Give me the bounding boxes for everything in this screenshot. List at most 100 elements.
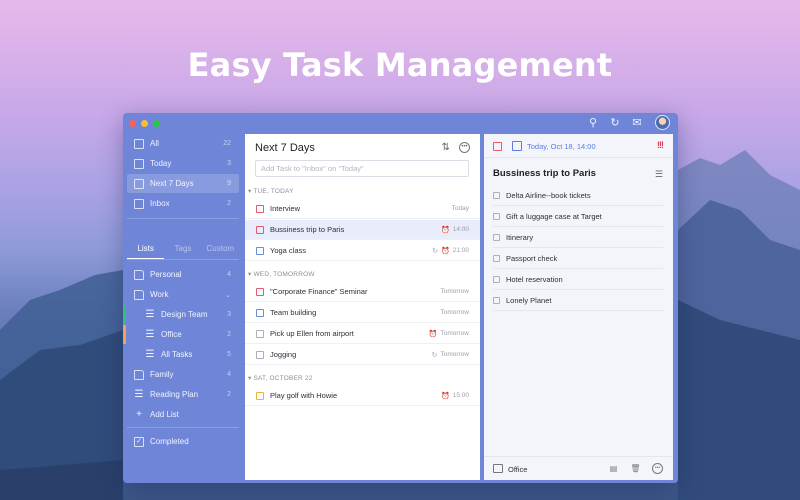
task-row-selected[interactable]: Bussiness trip to Paris ⏰ 14:00	[245, 220, 480, 240]
plus-icon: +	[136, 408, 142, 420]
section-header-tomorrow[interactable]: ▾ WED, TOMORROW	[248, 270, 315, 278]
subtask-item[interactable]: Lonely Planet	[493, 291, 663, 311]
sidebar-item-all[interactable]: All 22	[127, 134, 239, 153]
sidebar-item-inbox[interactable]: Inbox 2	[127, 194, 239, 213]
task-checkbox[interactable]	[256, 308, 264, 317]
detail-task-title[interactable]: Bussiness trip to Paris	[493, 168, 596, 179]
subtask-item[interactable]: Itinerary	[493, 228, 663, 248]
folder-icon	[134, 269, 144, 280]
task-checkbox[interactable]	[256, 225, 264, 234]
priority-high-icon[interactable]: !!!	[657, 140, 664, 150]
zoom-window-button[interactable]	[153, 120, 160, 127]
sidebar-item-personal[interactable]: Personal 4	[127, 265, 239, 284]
sort-icon[interactable]: ⇅	[442, 142, 450, 153]
sidebar-item-next-7-days[interactable]: Next 7 Days 9	[127, 174, 239, 193]
title-bar: ⚲ ↻ ✉	[123, 113, 678, 133]
task-checkbox[interactable]	[256, 246, 264, 255]
subtask-checkbox[interactable]	[493, 192, 500, 199]
task-checkbox[interactable]	[256, 329, 264, 338]
list-icon: ☰	[145, 328, 155, 340]
close-window-button[interactable]	[129, 120, 136, 127]
add-list-button[interactable]: + Add List	[127, 405, 239, 424]
search-icon[interactable]: ⚲	[586, 116, 600, 130]
sidebar-item-design-team[interactable]: ☰ Design Team 3	[127, 305, 239, 324]
due-date[interactable]: Today, Oct 18, 14:00	[527, 142, 596, 151]
detail-task-checkbox[interactable]	[493, 142, 502, 151]
calendar-today-icon	[134, 158, 144, 169]
list-icon: ☰	[145, 308, 155, 320]
more-options-icon[interactable]: •••	[652, 463, 663, 474]
project-box-icon	[493, 464, 503, 473]
alarm-clock-icon: ⏰	[441, 392, 450, 400]
app-window: ⚲ ↻ ✉ All 22 Today 3 Next 7 Days 9 Inbox…	[123, 113, 678, 483]
subtask-checkbox[interactable]	[493, 234, 500, 241]
tab-lists[interactable]: Lists	[127, 241, 165, 259]
sidebar-item-all-tasks[interactable]: ☰ All Tasks 5	[127, 345, 239, 364]
sync-icon[interactable]: ↻	[608, 116, 622, 130]
section-header-october-22[interactable]: ▾ SAT, OCTOBER 22	[248, 374, 313, 382]
subtask-checkbox[interactable]	[493, 276, 500, 283]
calendar-icon[interactable]	[512, 141, 522, 151]
sidebar-divider	[127, 218, 239, 219]
subtask-checkbox[interactable]	[493, 255, 500, 262]
tab-tags[interactable]: Tags	[164, 241, 201, 259]
checkbox-checked-icon: ✓	[134, 436, 144, 447]
alarm-clock-icon: ⏰	[441, 247, 450, 255]
task-checkbox[interactable]	[256, 350, 264, 359]
sidebar-item-work[interactable]: Work ⌄	[127, 285, 239, 304]
task-checkbox[interactable]	[256, 204, 264, 213]
sidebar-item-family[interactable]: Family 4	[127, 365, 239, 384]
sidebar-item-office[interactable]: ☰ Office 2	[127, 325, 239, 344]
inbox-icon	[134, 198, 144, 209]
chevron-down-icon[interactable]: ⌄	[225, 291, 231, 299]
sidebar-item-reading-plan[interactable]: ☰ Reading Plan 2	[127, 385, 239, 404]
subtask-item[interactable]: Passport check	[493, 249, 663, 269]
folder-icon	[134, 369, 144, 380]
list-color-marker	[123, 305, 126, 324]
comment-icon[interactable]: ▤	[608, 463, 619, 474]
list-icon: ☰	[134, 388, 144, 400]
task-row[interactable]: Yoga class ↻ ⏰ 21:00	[245, 241, 480, 261]
subtask-item[interactable]: Gift a luggage case at Target	[493, 207, 663, 227]
tab-custom[interactable]: Custom	[202, 241, 239, 259]
mail-icon[interactable]: ✉	[630, 116, 644, 130]
task-row[interactable]: Play golf with Howie ⏰ 15:00	[245, 386, 480, 406]
task-row[interactable]: Jogging ↻ Tomorrow	[245, 345, 480, 365]
add-task-input[interactable]	[255, 160, 469, 177]
avatar[interactable]	[655, 115, 670, 130]
tabs-underline	[127, 259, 239, 260]
sidebar-item-completed[interactable]: ✓ Completed	[127, 432, 239, 451]
task-list-panel: Next 7 Days ⇅ ••• ▾ TUE, TODAY Interview…	[245, 134, 480, 480]
checklist-mode-icon[interactable]: ☰	[655, 169, 663, 180]
detail-header: Today, Oct 18, 14:00 !!!	[484, 134, 673, 158]
sidebar-item-today[interactable]: Today 3	[127, 154, 239, 173]
task-checkbox[interactable]	[256, 287, 264, 296]
trash-icon[interactable]: 🗑	[630, 463, 641, 474]
marketing-headline: Easy Task Management	[187, 46, 613, 84]
minimize-window-button[interactable]	[141, 120, 148, 127]
more-options-icon[interactable]: •••	[459, 142, 470, 153]
task-row[interactable]: "Corporate Finance" Seminar Tomorrow	[245, 282, 480, 302]
calendar-week-icon	[134, 178, 144, 189]
subtask-item[interactable]: Delta Airline--book tickets	[493, 186, 663, 206]
inbox-tray-icon	[134, 138, 144, 149]
subtask-item[interactable]: Hotel reservation	[493, 270, 663, 290]
project-selector[interactable]: Office	[508, 465, 527, 474]
task-row[interactable]: Interview Today	[245, 199, 480, 219]
subtask-checkbox[interactable]	[493, 213, 500, 220]
task-detail-panel: Today, Oct 18, 14:00 !!! Bussiness trip …	[484, 134, 673, 480]
subtask-checkbox[interactable]	[493, 297, 500, 304]
sidebar-divider	[127, 427, 239, 428]
task-row[interactable]: Pick up Ellen from airport ⏰ Tomorrow	[245, 324, 480, 344]
list-color-marker	[123, 325, 126, 344]
list-icon: ☰	[145, 348, 155, 360]
task-row[interactable]: Team building Tomorrow	[245, 303, 480, 323]
alarm-clock-icon: ⏰	[428, 330, 438, 338]
section-header-today[interactable]: ▾ TUE, TODAY	[248, 187, 294, 195]
alarm-clock-icon: ⏰	[441, 226, 450, 234]
repeat-icon: ↻	[432, 247, 438, 255]
repeat-icon: ↻	[431, 351, 438, 359]
task-checkbox[interactable]	[256, 391, 264, 400]
list-title: Next 7 Days	[255, 142, 315, 154]
folder-open-icon	[134, 289, 144, 300]
